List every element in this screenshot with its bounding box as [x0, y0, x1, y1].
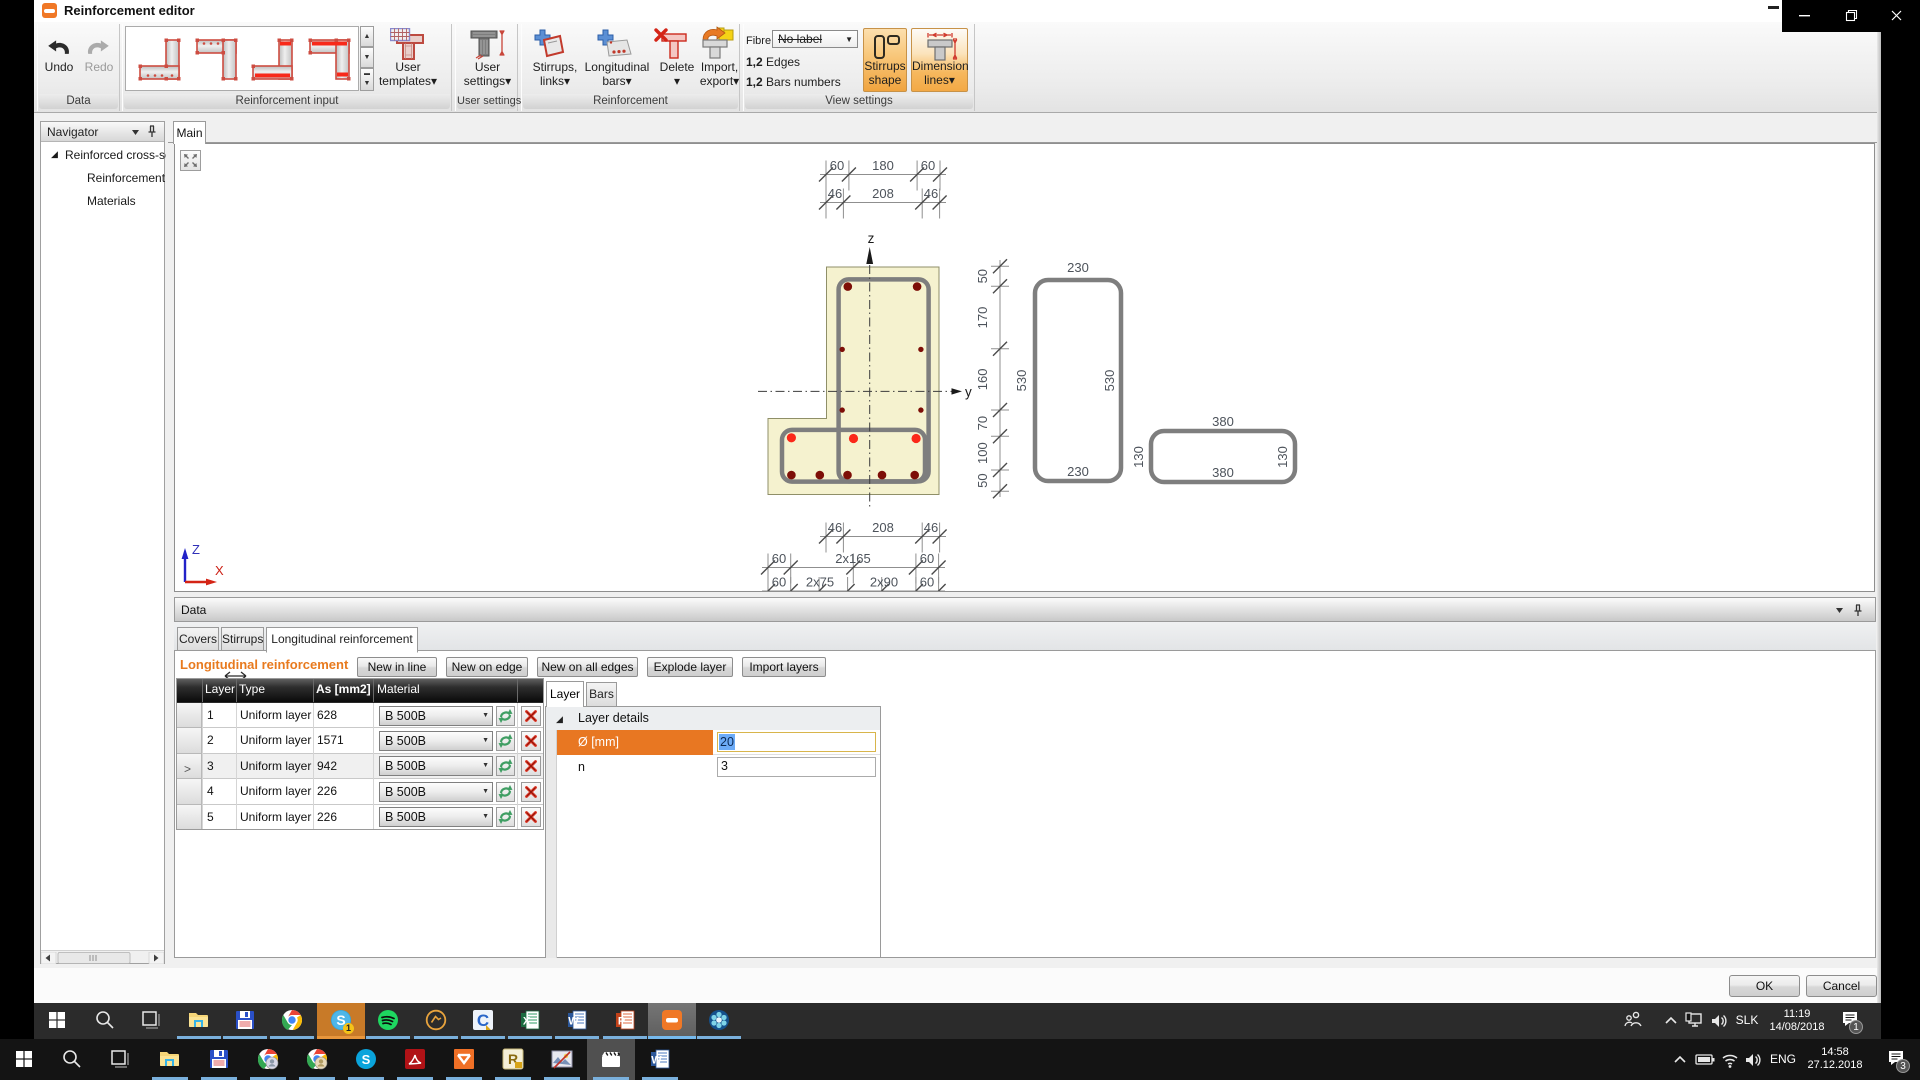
svg-text:100: 100 — [975, 442, 990, 464]
svg-text:208: 208 — [872, 520, 894, 535]
svg-text:60: 60 — [921, 158, 935, 173]
svg-text:y: y — [965, 385, 972, 400]
svg-text:160: 160 — [975, 369, 990, 391]
svg-text:2x75: 2x75 — [806, 575, 834, 590]
svg-text:180: 180 — [872, 158, 894, 173]
svg-text:60: 60 — [920, 551, 934, 566]
svg-text:Z: Z — [192, 542, 200, 557]
svg-text:46: 46 — [924, 186, 938, 201]
svg-text:W: W — [568, 1016, 579, 1028]
svg-text:130: 130 — [1131, 446, 1146, 468]
svg-text:170: 170 — [975, 307, 990, 329]
svg-text:530: 530 — [1014, 370, 1029, 392]
svg-text:S: S — [362, 1052, 371, 1067]
svg-text:230: 230 — [1067, 464, 1089, 479]
svg-text:60: 60 — [772, 551, 786, 566]
svg-text:60: 60 — [830, 158, 844, 173]
svg-text:2x165: 2x165 — [835, 551, 870, 566]
svg-text:208: 208 — [872, 186, 894, 201]
svg-text:46: 46 — [924, 520, 938, 535]
svg-text:530: 530 — [1102, 370, 1117, 392]
svg-text:z: z — [868, 231, 875, 246]
svg-text:X: X — [215, 563, 224, 578]
svg-text:P: P — [618, 1016, 625, 1028]
svg-text:380: 380 — [1212, 414, 1234, 429]
svg-text:X: X — [523, 1016, 531, 1028]
svg-text:130: 130 — [1275, 446, 1290, 468]
svg-text:46: 46 — [828, 186, 842, 201]
svg-text:70: 70 — [975, 416, 990, 430]
svg-text:230: 230 — [1067, 260, 1089, 275]
svg-text:2x90: 2x90 — [870, 575, 898, 590]
svg-text:W: W — [651, 1055, 662, 1067]
svg-text:50: 50 — [975, 269, 990, 283]
svg-text:46: 46 — [828, 520, 842, 535]
svg-text:50: 50 — [975, 473, 990, 487]
svg-text:60: 60 — [920, 575, 934, 590]
svg-text:60: 60 — [772, 575, 786, 590]
svg-text:380: 380 — [1212, 465, 1234, 480]
